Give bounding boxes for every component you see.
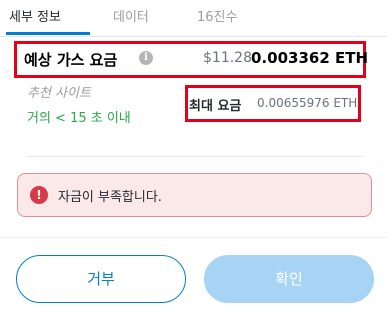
exclamation-circle-icon: ! — [30, 186, 48, 204]
reject-button[interactable]: 거부 — [16, 255, 186, 303]
footer-divider — [0, 237, 387, 238]
site-suggested-label: 추천 사이트 — [27, 86, 91, 101]
tab-hex[interactable]: 16진수 — [197, 6, 237, 25]
estimated-fee-usd: $11.28 — [203, 50, 252, 66]
divider — [27, 156, 363, 157]
max-fee-label: 최대 요금 — [189, 99, 242, 114]
tab-data[interactable]: 데이터 — [113, 6, 149, 25]
info-circle-icon[interactable]: i — [139, 51, 153, 65]
estimated-gas-fee-label: 예상 가스 요금 — [24, 51, 118, 69]
max-fee-value: 0.00655976 ETH — [257, 96, 358, 110]
active-tab-indicator — [6, 32, 90, 35]
estimated-time-label: 거의 < 15 초 이내 — [27, 111, 131, 126]
estimated-fee-eth: 0.003362 ETH — [251, 49, 369, 67]
confirm-button[interactable]: 확인 — [204, 255, 374, 303]
tab-details[interactable]: 세부 정보 — [9, 6, 61, 25]
tab-bar: 세부 정보 데이터 16진수 — [0, 0, 387, 37]
insufficient-funds-alert: ! 자금이 부족합니다. — [17, 173, 372, 217]
error-message: 자금이 부족합니다. — [58, 190, 162, 205]
